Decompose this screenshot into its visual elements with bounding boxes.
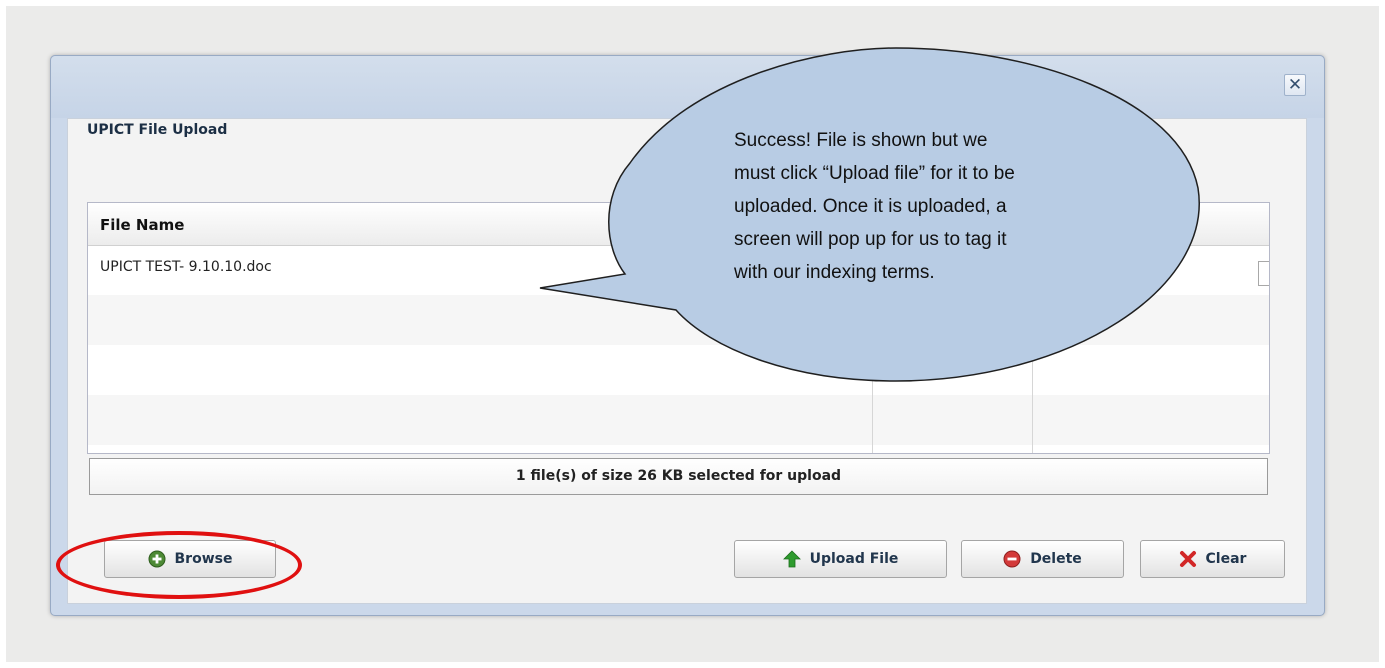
- callout-line: must click “Upload file” for it to be: [734, 163, 1015, 184]
- clear-button[interactable]: Clear: [1140, 540, 1285, 578]
- callout-line: Success! File is shown but we: [734, 130, 988, 151]
- file-name-cell: UPICT TEST- 9.10.10.doc: [100, 259, 272, 275]
- callout-line: uploaded. Once it is uploaded, a: [734, 196, 1007, 217]
- selection-status-bar: 1 file(s) of size 26 KB selected for upl…: [89, 458, 1268, 495]
- delete-button[interactable]: Delete: [961, 540, 1124, 578]
- red-x-icon: [1179, 551, 1196, 567]
- callout-text: Success! File is shown but we must click…: [734, 124, 1134, 289]
- close-icon[interactable]: ✕: [1284, 74, 1306, 96]
- empty-row: [88, 395, 1269, 445]
- up-arrow-icon: [782, 550, 801, 568]
- upload-file-button[interactable]: Upload File: [734, 540, 947, 578]
- column-header-file-name[interactable]: File Name: [100, 216, 184, 234]
- minus-circle-icon: [1003, 550, 1021, 568]
- upload-label: Upload File: [809, 551, 899, 567]
- delete-label: Delete: [1030, 551, 1082, 567]
- callout-line: screen will pop up for us to tag it: [734, 229, 1007, 250]
- panel-title: UPICT File Upload: [87, 122, 228, 138]
- browse-highlight-ellipse: [56, 531, 302, 599]
- callout-line: with our indexing terms.: [734, 262, 935, 283]
- clear-label: Clear: [1205, 551, 1247, 567]
- row-status-field[interactable]: [1258, 261, 1269, 286]
